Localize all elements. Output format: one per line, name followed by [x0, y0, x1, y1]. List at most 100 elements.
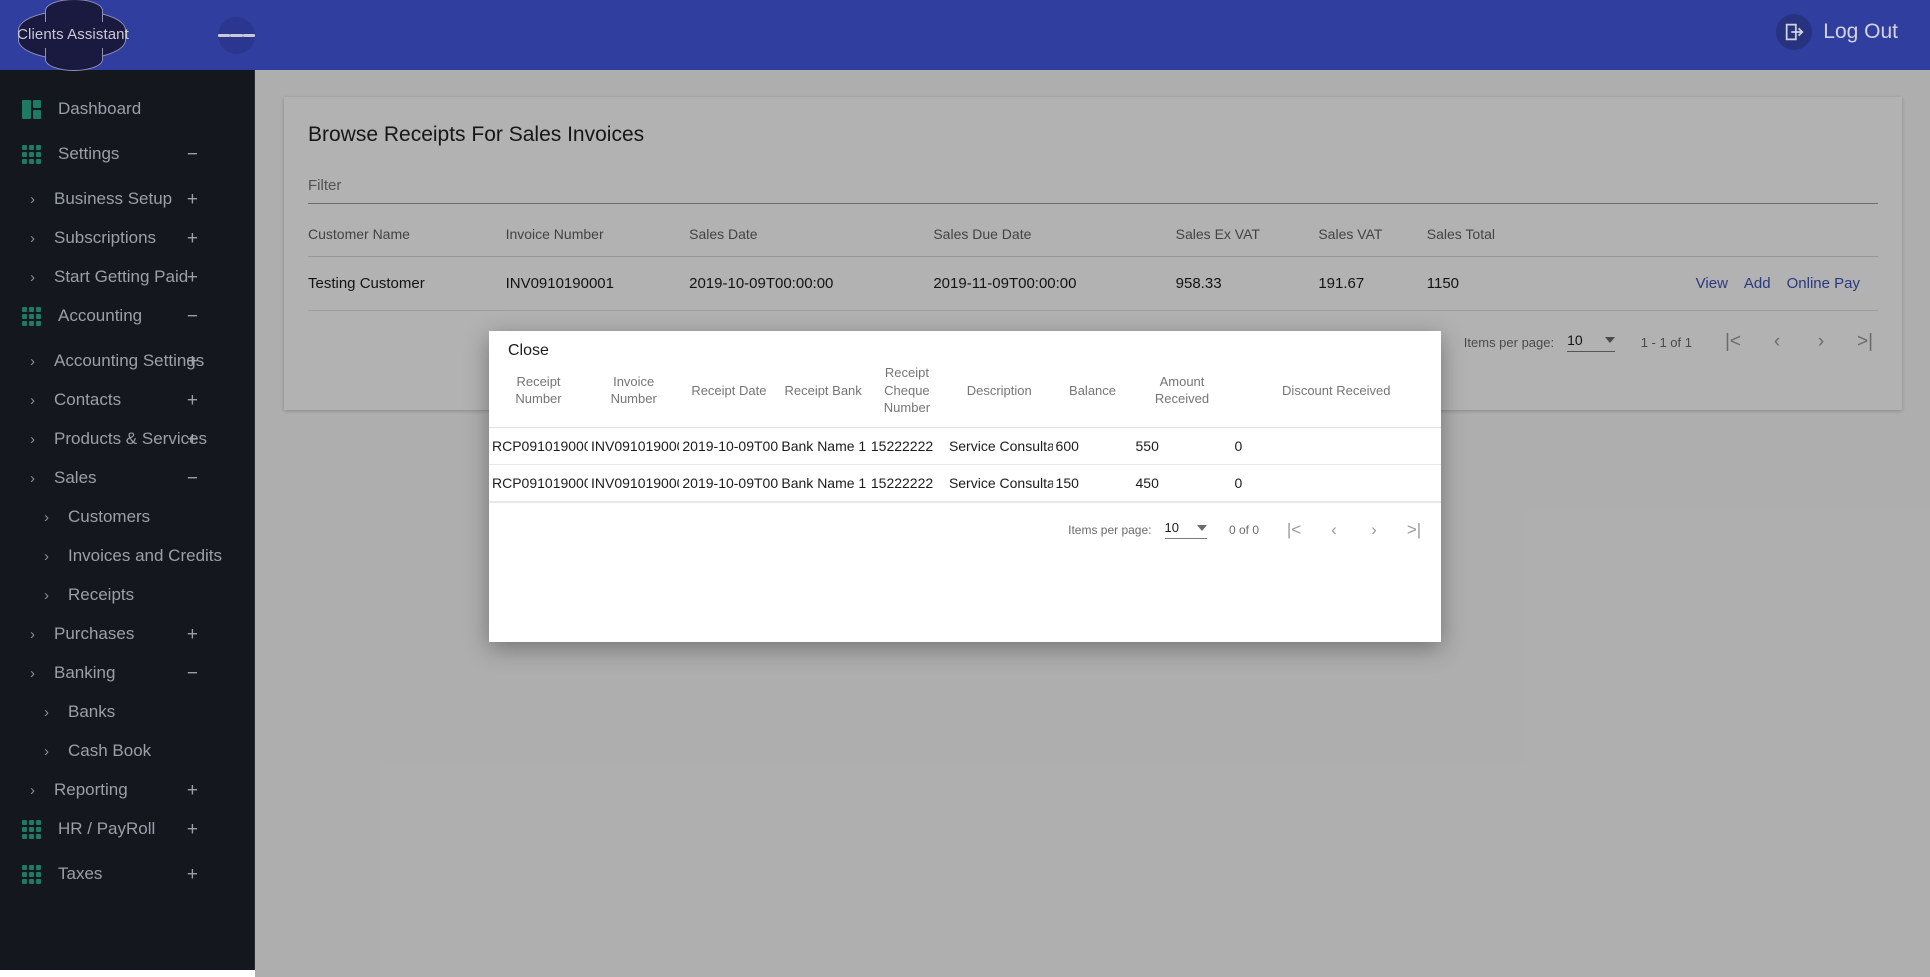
apps-grid-icon	[22, 307, 41, 326]
sidebar-item-taxes[interactable]: Taxes+	[0, 855, 254, 893]
chevron-right-icon: ›	[30, 231, 46, 246]
sidebar-item-start-getting-paid[interactable]: › Start Getting Paid+	[0, 258, 254, 296]
expand-icon[interactable]: +	[187, 229, 198, 248]
collapse-icon[interactable]: −	[187, 664, 198, 683]
modal-column-header: Receipt Cheque Number	[868, 360, 946, 427]
modal-page-range-label: 0 of 0	[1229, 523, 1259, 537]
application-root: Clients Assistant Log Out Dashboard Setti…	[0, 0, 1930, 977]
expand-icon[interactable]: +	[187, 430, 198, 449]
modal-column-header: Balance	[1053, 360, 1133, 427]
modal-column-header: Receipt Number	[489, 360, 588, 427]
expand-icon[interactable]: +	[187, 625, 198, 644]
sidebar-item-subscriptions[interactable]: › Subscriptions+	[0, 219, 254, 257]
modal-items-per-page-value: 10	[1165, 520, 1179, 535]
sidebar-item-customers[interactable]: ›Customers	[0, 498, 254, 536]
sidebar-item-accounting-settings[interactable]: ›Accounting Settings+	[0, 342, 254, 380]
receipts-modal-table: Receipt NumberInvoice NumberReceipt Date…	[489, 360, 1441, 502]
sidebar-item-banking[interactable]: ›Banking−	[0, 654, 254, 692]
chevron-right-icon: ›	[30, 192, 46, 207]
sidebar-item-label: Receipts	[68, 585, 254, 605]
modal-next-page-icon[interactable]: ›	[1361, 517, 1387, 543]
modal-cell-receipt-bank: Bank Name 1	[778, 464, 867, 501]
sidebar-item-label: Start Getting Paid	[54, 267, 254, 287]
sidebar-item-cash-book[interactable]: ›Cash Book	[0, 732, 254, 770]
modal-cell-discount-received: 0	[1232, 427, 1442, 464]
brand-logo[interactable]: Clients Assistant	[18, 4, 128, 64]
chevron-right-icon: ›	[44, 744, 60, 759]
modal-first-page-icon[interactable]: |<	[1281, 517, 1307, 543]
modal-table-row[interactable]: RCP0910190001INV09101900012019-10-09T00:…	[489, 427, 1441, 464]
expand-icon[interactable]: +	[187, 865, 198, 884]
apps-grid-icon	[22, 820, 41, 839]
sidebar-item-label: Purchases	[54, 624, 254, 644]
chevron-right-icon: ›	[30, 393, 46, 408]
apps-grid-icon	[22, 865, 41, 884]
modal-items-per-page-select[interactable]: 10	[1165, 520, 1207, 539]
modal-cell-receipt-cheque-number: 15222222	[868, 464, 946, 501]
sidebar-item-label: Sales	[54, 468, 254, 488]
logout-label: Log Out	[1823, 20, 1898, 44]
sidebar-item-receipts[interactable]: › Receipts	[0, 576, 254, 614]
sidebar-item-label: Accounting	[58, 306, 254, 326]
modal-cell-receipt-number: RCP0910190002	[489, 464, 588, 501]
sidebar-navigation: DashboardSettings−›Business Setup+›Subsc…	[0, 70, 255, 970]
sidebar-item-banks[interactable]: ›Banks	[0, 693, 254, 731]
expand-icon[interactable]: +	[187, 781, 198, 800]
chevron-right-icon: ›	[44, 549, 60, 564]
collapse-icon[interactable]: −	[187, 145, 198, 164]
sidebar-item-dashboard[interactable]: Dashboard	[0, 90, 254, 128]
modal-cell-invoice-number: INV0910190001	[588, 464, 679, 501]
modal-cell-discount-received: 0	[1232, 464, 1442, 501]
expand-icon[interactable]: +	[187, 820, 198, 839]
modal-previous-page-icon[interactable]: ‹	[1321, 517, 1347, 543]
sidebar-item-label: Subscriptions	[54, 228, 254, 248]
hamburger-menu-icon[interactable]	[218, 17, 255, 54]
sidebar-item-label: Reporting	[54, 780, 254, 800]
expand-icon[interactable]: +	[187, 190, 198, 209]
sidebar-item-settings[interactable]: Settings−	[0, 135, 254, 173]
sidebar-item-label: Settings	[58, 144, 254, 164]
logout-button[interactable]: Log Out	[1776, 14, 1898, 50]
collapse-icon[interactable]: −	[187, 469, 198, 488]
modal-column-header: Description	[946, 360, 1053, 427]
chevron-right-icon: ›	[30, 471, 46, 486]
logout-arrow-icon	[1776, 14, 1812, 50]
apps-grid-icon	[22, 145, 41, 164]
expand-icon[interactable]: +	[187, 352, 198, 371]
dashboard-grid-icon	[22, 100, 41, 119]
sidebar-item-contacts[interactable]: › Contacts+	[0, 381, 254, 419]
modal-table-body: RCP0910190001INV09101900012019-10-09T00:…	[489, 427, 1441, 501]
sidebar-item-invoices-and-credits[interactable]: ›Invoices and Credits	[0, 537, 254, 575]
modal-cell-receipt-bank: Bank Name 1	[778, 427, 867, 464]
modal-cell-receipt-date: 2019-10-09T00:00:00	[679, 464, 778, 501]
expand-icon[interactable]: +	[187, 268, 198, 287]
modal-last-page-icon[interactable]: >|	[1401, 517, 1427, 543]
sidebar-item-reporting[interactable]: › Reporting+	[0, 771, 254, 809]
modal-cell-amount-received: 550	[1133, 427, 1232, 464]
modal-table-row[interactable]: RCP0910190002INV09101900012019-10-09T00:…	[489, 464, 1441, 501]
sidebar-item-business-setup[interactable]: › Business Setup+	[0, 180, 254, 218]
modal-cell-receipt-number: RCP0910190001	[489, 427, 588, 464]
sidebar-item-accounting[interactable]: Accounting−	[0, 297, 254, 335]
chevron-right-icon: ›	[44, 705, 60, 720]
modal-cell-invoice-number: INV0910190001	[588, 427, 679, 464]
sidebar-item-label: Business Setup	[54, 189, 254, 209]
chevron-right-icon: ›	[30, 783, 46, 798]
collapse-icon[interactable]: −	[187, 307, 198, 326]
chevron-right-icon: ›	[30, 627, 46, 642]
expand-icon[interactable]: +	[187, 391, 198, 410]
chevron-right-icon: ›	[44, 510, 60, 525]
modal-cell-description: Service Consultancy to Client AAAA	[946, 427, 1053, 464]
sidebar-item-products-services[interactable]: ›Products & Services+	[0, 420, 254, 458]
chevron-right-icon: ›	[44, 588, 60, 603]
sidebar-item-label: Accounting Settings	[54, 351, 254, 371]
sidebar-item-purchases[interactable]: › Purchases+	[0, 615, 254, 653]
sidebar-item-label: Contacts	[54, 390, 254, 410]
modal-cell-balance: 600	[1053, 427, 1133, 464]
close-button[interactable]: Close	[489, 331, 549, 360]
sidebar-item-label: Taxes	[58, 864, 254, 884]
sidebar-item-sales[interactable]: › Sales−	[0, 459, 254, 497]
chevron-right-icon: ›	[30, 270, 46, 285]
sidebar-item-hr-payroll[interactable]: HR / PayRoll+	[0, 810, 254, 848]
menu-bar-1	[218, 34, 230, 37]
